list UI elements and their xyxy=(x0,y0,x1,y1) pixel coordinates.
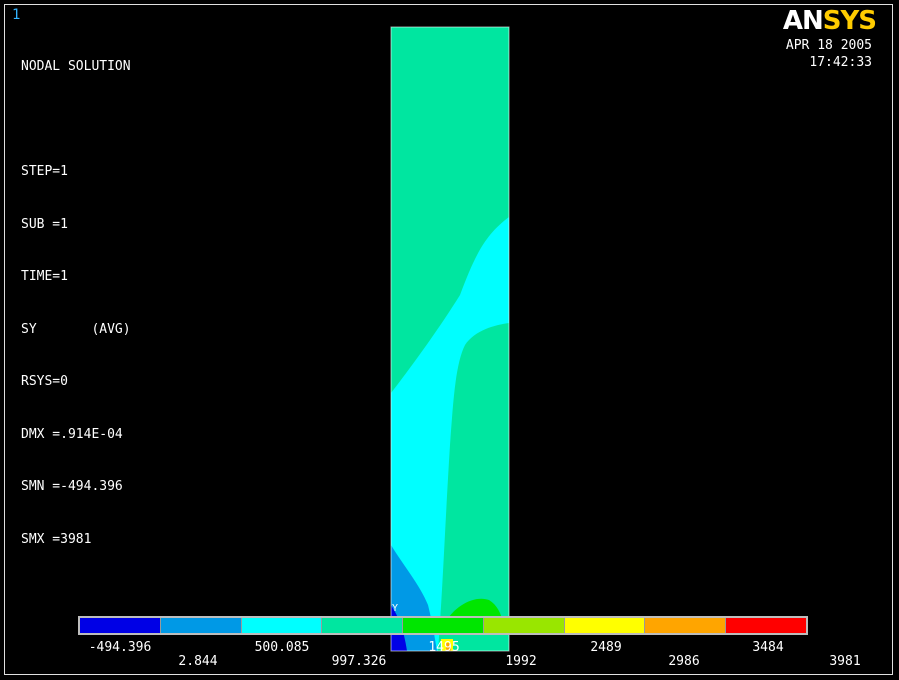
legend-swatch-9 xyxy=(726,618,807,633)
legend-label-top-3: 1495 xyxy=(428,640,460,655)
legend-swatch-3 xyxy=(241,618,323,633)
legend-swatch-2 xyxy=(160,618,242,633)
triad-y-label: Y xyxy=(392,603,398,614)
legend-swatch-6 xyxy=(483,618,565,633)
legend-swatch-7 xyxy=(564,618,646,633)
legend-label-bottom-2: 997.326 xyxy=(331,654,387,669)
legend-swatch-1 xyxy=(80,618,161,633)
graphics-viewport[interactable]: 1 NODAL SOLUTION ​ STEP=1 SUB =1 TIME=1 … xyxy=(4,4,893,675)
legend-swatch-8 xyxy=(645,618,727,633)
legend-label-bottom-1: 2.844 xyxy=(178,654,218,669)
contour-legend-bar xyxy=(78,616,808,635)
contour-bands xyxy=(391,27,509,651)
legend-swatch-5 xyxy=(403,618,484,633)
legend-label-top-1: -494.396 xyxy=(88,640,152,655)
legend-swatch-4 xyxy=(322,618,404,633)
legend-label-bottom-5: 3981 xyxy=(829,654,861,669)
legend-label-top-2: 500.085 xyxy=(254,640,310,655)
legend-label-top-4: 2489 xyxy=(590,640,622,655)
legend-label-top-5: 3484 xyxy=(752,640,784,655)
legend-label-bottom-3: 1992 xyxy=(505,654,537,669)
legend-label-bottom-4: 2986 xyxy=(668,654,700,669)
contour-model[interactable]: Y xyxy=(5,5,892,674)
